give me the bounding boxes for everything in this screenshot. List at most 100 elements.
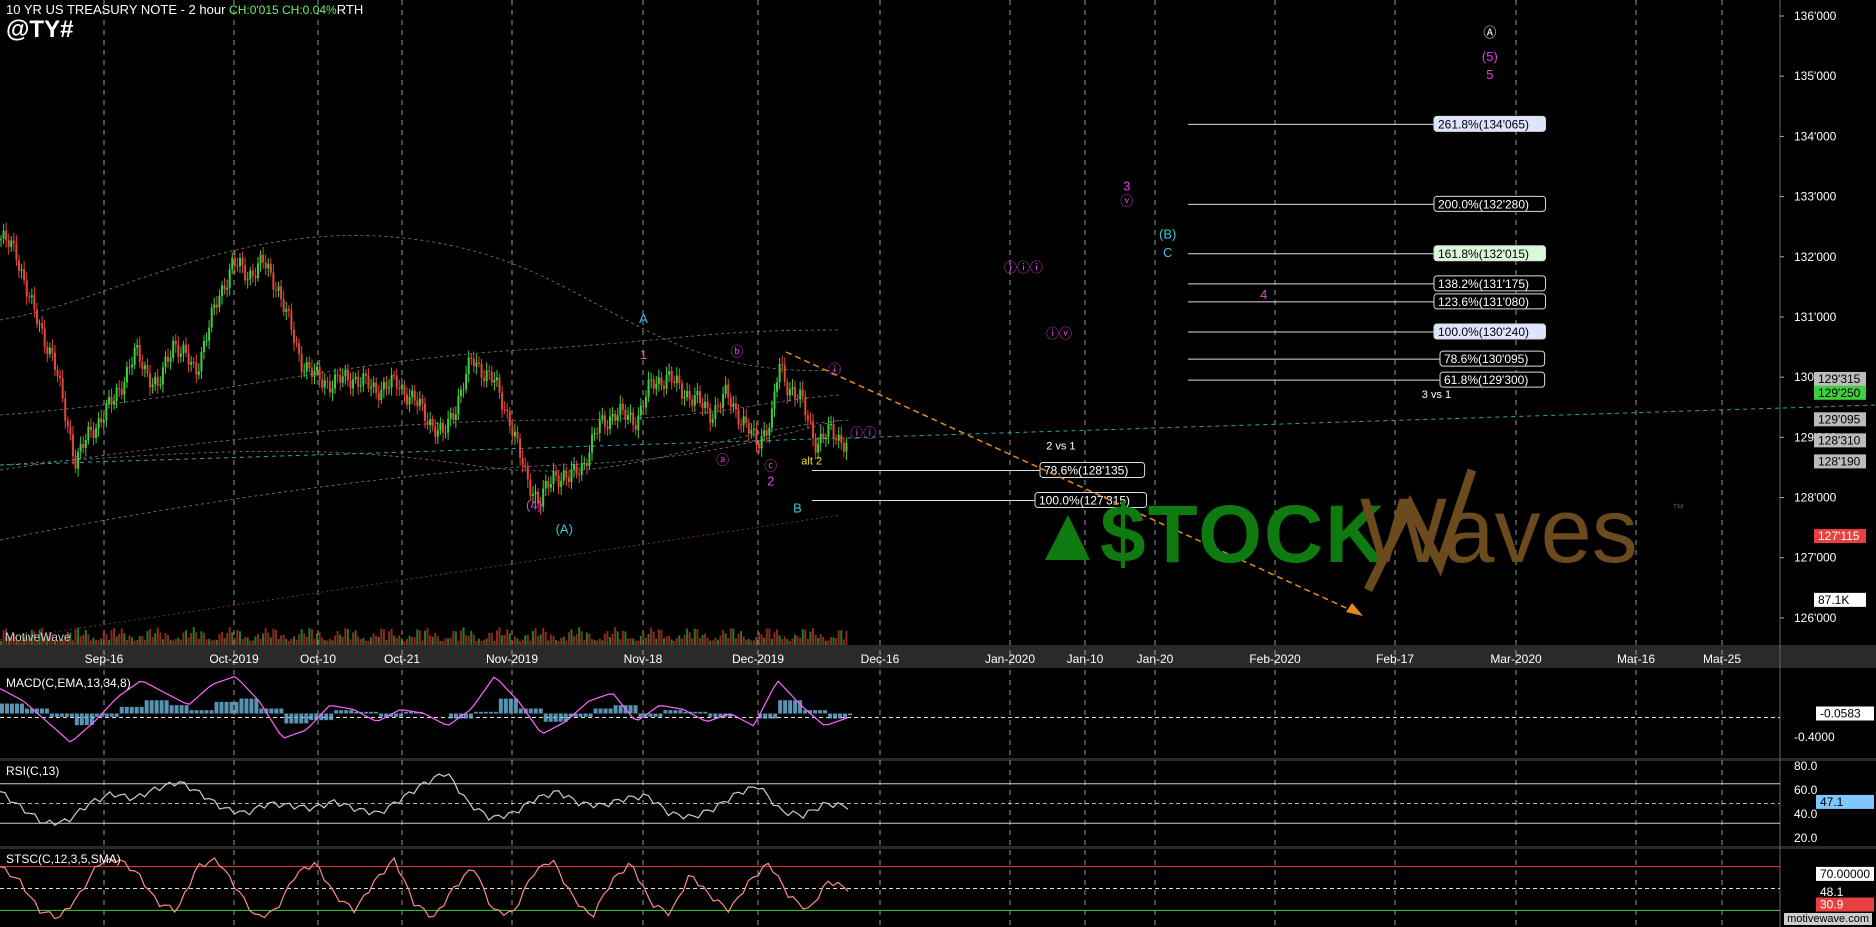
volume-bar: [233, 638, 236, 645]
candle-body: [172, 340, 175, 358]
volume-bar: [203, 632, 206, 645]
macd-histogram-bar: [488, 711, 493, 714]
volume-bar: [557, 640, 560, 645]
candle-body: [534, 491, 537, 495]
volume-bar: [149, 628, 152, 645]
candle-body: [295, 342, 298, 344]
candle-body: [30, 295, 33, 298]
volume-bar: [120, 628, 123, 645]
volume-bar: [298, 634, 301, 645]
candle-body: [395, 375, 398, 388]
macd-histogram-bar: [239, 698, 244, 714]
candle-body: [621, 403, 624, 410]
candle-body: [97, 418, 100, 429]
candle-body: [578, 474, 581, 476]
macd-histogram-bar: [838, 713, 843, 719]
candle-body: [244, 265, 247, 281]
candle-body: [267, 263, 270, 269]
candle-body: [786, 382, 789, 396]
candle-body: [241, 258, 244, 266]
volume-bar: [236, 629, 239, 645]
candle-body: [223, 285, 226, 290]
macd-histogram-bar: [164, 700, 169, 714]
x-tick-label: Oct-10: [300, 652, 336, 666]
macd-histogram-bar: [783, 700, 788, 714]
volume-bar: [657, 629, 660, 645]
macd-histogram-bar: [124, 706, 129, 714]
candle-body: [87, 426, 90, 440]
macd-histogram-bar: [518, 708, 523, 714]
volume-bar: [449, 637, 452, 645]
candle-body: [416, 400, 419, 406]
volume-bar: [819, 634, 822, 645]
volume-bar: [105, 634, 108, 645]
volume-bar: [318, 632, 321, 645]
volume-bar: [375, 635, 378, 645]
candle-body: [644, 397, 647, 408]
volume-bar: [765, 628, 768, 645]
volume-bar: [537, 635, 540, 645]
wave-label: 4: [1260, 287, 1267, 302]
candle-body: [213, 304, 216, 308]
candle-body: [593, 433, 596, 435]
candle-body: [526, 466, 529, 480]
macd-histogram-bar: [189, 710, 194, 714]
candle-body: [100, 418, 103, 423]
volume-bar: [842, 639, 845, 645]
macd-histogram-bar: [404, 711, 409, 714]
volume-bar: [426, 627, 429, 645]
candle-body: [215, 304, 218, 308]
volume-bar: [79, 636, 82, 645]
macd-histogram-bar: [209, 710, 214, 714]
candle-body: [141, 361, 144, 370]
candle-body: [830, 424, 833, 426]
candle-body: [372, 382, 375, 387]
macd-histogram-bar: [179, 705, 184, 714]
volume-bar: [488, 632, 491, 645]
price-badge-label: 128'190: [1818, 454, 1861, 468]
volume-bar: [812, 628, 815, 645]
macd-histogram-bar: [204, 710, 209, 714]
candle-body: [313, 371, 316, 377]
candle-body: [233, 257, 236, 266]
candle-body: [742, 416, 745, 426]
macd-histogram-bar: [139, 706, 144, 714]
macd-histogram-bar: [339, 710, 344, 714]
candle-body: [616, 415, 619, 421]
macd-histogram-bar: [59, 713, 64, 717]
x-tick-label: Dec-2019: [732, 652, 784, 666]
volume-bar: [531, 631, 534, 645]
volume-bar: [526, 634, 529, 645]
candle-body: [429, 419, 432, 425]
candle-body: [441, 423, 444, 433]
volume-bar: [714, 637, 717, 645]
volume-bar: [305, 637, 308, 645]
candle-body: [693, 395, 696, 406]
candle-body: [25, 280, 28, 297]
candle-body: [575, 464, 578, 475]
volume-bar: [123, 633, 126, 645]
macd-histogram-bar: [533, 708, 538, 714]
volume-bar: [662, 638, 665, 645]
volume-bar: [159, 632, 162, 645]
volume-bar: [213, 639, 216, 645]
price-badge-label: 129'315: [1818, 372, 1861, 386]
volume-bar: [616, 631, 619, 645]
volume-bar: [131, 637, 134, 645]
volume-bar: [555, 640, 558, 645]
candle-body: [59, 375, 62, 379]
volume-bar: [100, 638, 103, 645]
macd-histogram-bar: [409, 711, 414, 714]
volume-bar: [331, 640, 334, 645]
candle-body: [53, 352, 56, 370]
macd-histogram-bar: [329, 713, 334, 721]
volume-bar: [254, 636, 257, 645]
wave-label: C: [1163, 245, 1172, 260]
volume-bar: [788, 640, 791, 645]
volume-bar: [660, 630, 663, 645]
wave-label: ⓘ: [828, 362, 841, 377]
volume-bar: [146, 631, 149, 645]
instrument-title: 10 YR US TREASURY NOTE - 2 hour: [6, 2, 226, 17]
volume-bar: [845, 631, 848, 645]
candle-body: [300, 354, 303, 372]
